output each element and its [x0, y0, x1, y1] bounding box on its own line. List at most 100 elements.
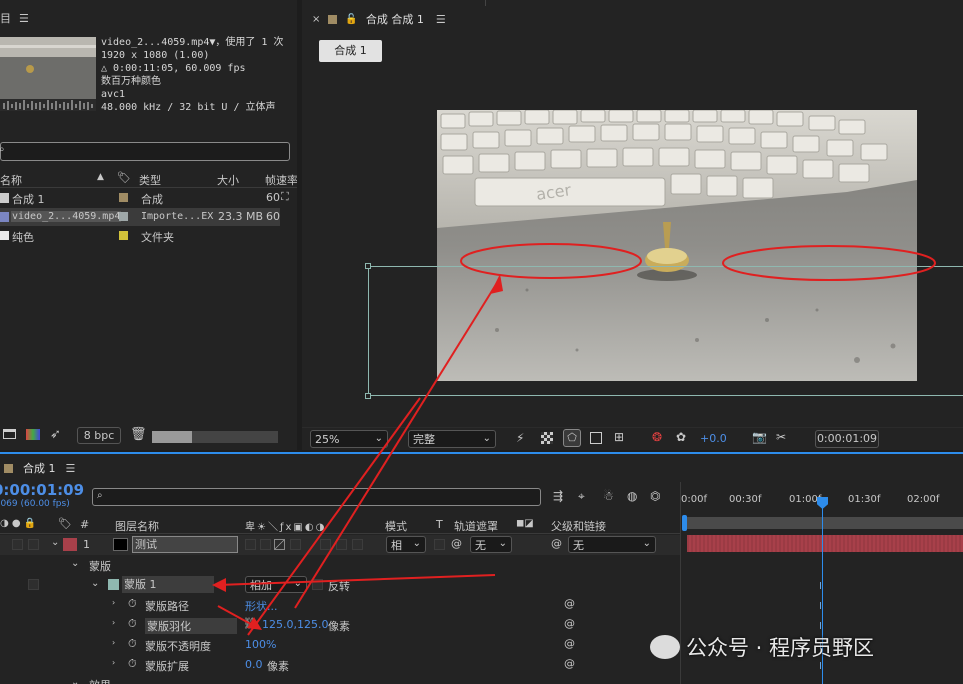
layer-mode-dropdown[interactable]: 相 ⌄	[386, 536, 426, 553]
layer-label-swatch[interactable]	[63, 538, 77, 551]
property-row-mask-feather[interactable]: › ⏱ 蒙版羽化 ⛓ 125.0,125.0 像素 @	[0, 615, 680, 635]
expression-pickwhip-icon[interactable]: @	[564, 657, 575, 670]
comp-flow-button[interactable]: 合成 1	[319, 40, 382, 62]
constrain-link-icon[interactable]: ⛓	[243, 617, 257, 630]
exposure-value[interactable]: +0.0	[700, 432, 727, 445]
expand-chevron-icon[interactable]: ⌄	[91, 578, 99, 589]
work-area-start[interactable]	[682, 515, 687, 531]
invert-checkbox[interactable]	[312, 579, 323, 590]
sort-up-icon[interactable]: ▲	[97, 172, 104, 182]
column-type[interactable]: 类型	[139, 172, 161, 188]
adjustment-switch[interactable]	[336, 539, 347, 550]
motion-blur-icon[interactable]: ◍	[627, 489, 637, 503]
parent-dropdown[interactable]: 无 ⌄	[568, 536, 656, 553]
expression-pickwhip-icon[interactable]: @	[564, 597, 575, 610]
property-row-mask-opacity[interactable]: › ⏱ 蒙版不透明度 100% @	[0, 635, 680, 655]
stopwatch-icon[interactable]: ⏱	[128, 597, 137, 611]
property-row-mask-expansion[interactable]: › ⏱ 蒙版扩展 0.0 像素 @	[0, 655, 680, 675]
property-value[interactable]: 0.0	[245, 658, 263, 671]
expression-pickwhip-icon[interactable]: @	[564, 617, 575, 630]
new-folder-icon[interactable]	[3, 429, 16, 439]
column-layer-name[interactable]: 图层名称	[115, 518, 159, 534]
project-tab-label[interactable]: 目	[0, 10, 11, 26]
label-tag-icon[interactable]: 🏷	[117, 171, 131, 184]
layer-name-field[interactable]: 测试	[132, 536, 238, 553]
work-area-bar[interactable]	[684, 517, 963, 529]
fast-preview-icon[interactable]: ⚡	[516, 431, 524, 445]
mask-name[interactable]: 蒙版 1	[122, 576, 214, 593]
parent-pickwhip-icon[interactable]: @	[551, 537, 562, 550]
quality-switch[interactable]	[274, 539, 285, 550]
property-value[interactable]: 形状...	[245, 598, 278, 614]
channels-icon[interactable]: ❂	[652, 430, 662, 444]
trkmat-link-icon[interactable]: @	[451, 537, 462, 550]
graph-editor-icon[interactable]: ⏣	[650, 489, 660, 503]
lock-icon[interactable]: 🔓	[345, 14, 357, 25]
resolution-dropdown[interactable]: 完整 ⌄	[408, 430, 496, 448]
preserve-transparency-switch[interactable]	[434, 539, 445, 550]
close-icon[interactable]: ×	[312, 14, 320, 25]
comp-timecode[interactable]: 0:00:01:09	[815, 430, 879, 448]
solo-switch[interactable]	[28, 539, 39, 550]
shy-switch[interactable]	[245, 539, 256, 550]
draft-3d-icon[interactable]: ⌖	[578, 489, 585, 504]
effects-group-row[interactable]: ⌄ 效果	[0, 675, 680, 684]
expand-chevron-icon[interactable]: ⌄	[71, 677, 79, 684]
trash-icon[interactable]: 🗑	[130, 427, 147, 442]
bpc-button[interactable]: 8 bpc	[77, 427, 121, 444]
mask-row[interactable]: ⌄ 蒙版 1 相加 ⌄ 反转	[0, 575, 680, 595]
comp-mini-flowchart-icon[interactable]: ⇶	[553, 489, 563, 503]
project-search-input[interactable]: ⌕	[0, 142, 290, 161]
expand-chevron-icon[interactable]: ⌄	[71, 558, 79, 569]
column-fps[interactable]: 帧速率	[265, 172, 297, 188]
track-matte-dropdown[interactable]: 无 ⌄	[470, 536, 512, 553]
new-comp-icon[interactable]	[26, 429, 40, 440]
layer-handle[interactable]	[365, 393, 371, 399]
stopwatch-icon[interactable]: ⏱	[128, 637, 137, 651]
project-item-footage[interactable]: video_2...4059.mp4 Importe...EX 23.3 MB …	[0, 208, 280, 226]
column-size[interactable]: 大小	[217, 172, 239, 188]
layer-handle[interactable]	[365, 263, 371, 269]
audio-switch[interactable]	[12, 539, 23, 550]
zoom-dropdown[interactable]: 25% ⌄	[310, 430, 388, 448]
comp-viewer[interactable]: acer	[302, 70, 963, 425]
property-row-mask-path[interactable]: › ⏱ 蒙版路径 形状... @	[0, 595, 680, 615]
panel-menu-icon[interactable]: ☰	[19, 12, 29, 25]
layer-row[interactable]: ⌄ 1 测试 相 ⌄ @ 无 ⌄ @ 无 ⌄	[0, 535, 680, 555]
timeline-tab[interactable]: 合成 1 ☰	[0, 460, 75, 476]
thumbnail-bar[interactable]	[152, 431, 192, 443]
mask-mode-dropdown[interactable]: 相加 ⌄	[245, 576, 307, 593]
panel-menu-icon[interactable]: ☰	[436, 13, 446, 26]
masks-group-row[interactable]: ⌄ 蒙版	[0, 555, 680, 575]
project-item-folder[interactable]: 纯色 文件夹	[0, 227, 280, 245]
3d-switch[interactable]	[352, 539, 363, 550]
timeline-search-input[interactable]: ⌕	[92, 488, 541, 506]
layer-duration-bar[interactable]	[687, 535, 963, 552]
expand-chevron-icon[interactable]: ⌄	[51, 537, 59, 548]
mask-lock-switch[interactable]	[28, 579, 39, 590]
comp-tab[interactable]: × 🔓 合成 合成 1 ☰	[312, 11, 446, 27]
property-value[interactable]: 100%	[245, 638, 276, 651]
flowchart-icon[interactable]: ⛶	[281, 190, 289, 204]
mask-color-swatch[interactable]	[108, 579, 119, 590]
collapse-switch[interactable]	[260, 539, 271, 550]
project-item-comp[interactable]: 合成 1 合成 60 ⛶	[0, 189, 289, 207]
column-name[interactable]: 名称	[0, 172, 22, 188]
color-management-icon[interactable]: ✿	[676, 430, 686, 444]
region-of-interest-icon[interactable]	[590, 432, 602, 444]
grid-guides-icon[interactable]: ⊞	[614, 430, 624, 444]
transparency-grid-icon[interactable]	[541, 432, 553, 444]
footage-name[interactable]: video_2...4059.mp4▼	[101, 37, 215, 48]
property-value[interactable]: 125.0,125.0	[262, 618, 328, 631]
snapshot-icon[interactable]: 📷	[752, 430, 767, 444]
panel-menu-icon[interactable]: ☰	[66, 462, 76, 475]
render-queue-icon[interactable]: ➶	[50, 427, 61, 442]
shy-layers-icon[interactable]: ☃	[603, 489, 614, 503]
expression-pickwhip-icon[interactable]: @	[564, 637, 575, 650]
stopwatch-icon[interactable]: ⏱	[128, 617, 137, 631]
stopwatch-icon[interactable]: ⏱	[128, 657, 137, 671]
fx-switch[interactable]	[290, 539, 301, 550]
timeline-timecode[interactable]: 0:00:01:09	[0, 481, 84, 499]
motion-blur-switch[interactable]	[320, 539, 331, 550]
mask-visibility-icon[interactable]: ⬠	[563, 429, 581, 447]
